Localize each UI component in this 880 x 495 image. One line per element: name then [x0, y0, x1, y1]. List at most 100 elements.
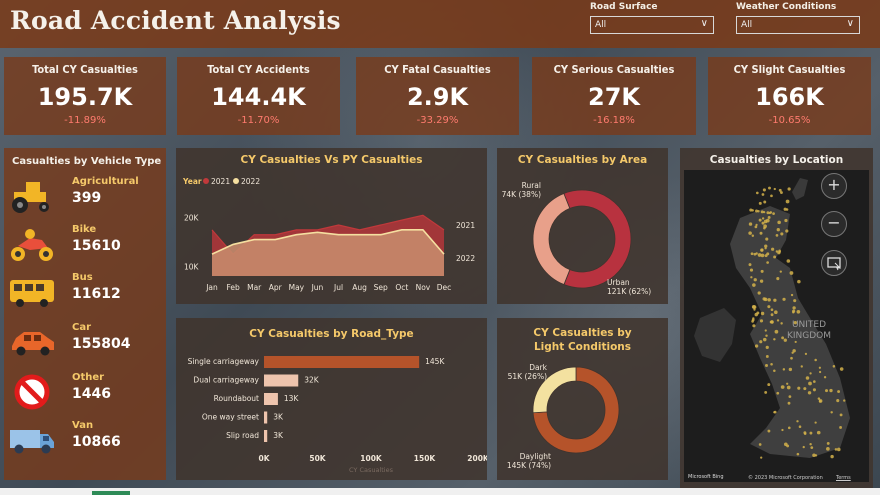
kpi-delta: -10.65% — [768, 115, 811, 126]
map-casualty-dot — [759, 279, 764, 283]
map-casualty-dot — [764, 329, 767, 332]
map-casualty-dot — [818, 399, 823, 403]
select-region-icon — [827, 257, 842, 271]
bar — [264, 411, 268, 424]
map-casualty-dot — [830, 454, 834, 459]
map-casualty-dot — [813, 380, 816, 383]
donut-label-value: 121K (62%) — [607, 287, 651, 296]
map-casualty-dot — [812, 388, 816, 392]
bar-category-label: Slip road — [226, 431, 259, 440]
map-casualty-dot — [807, 391, 812, 395]
kpi-delta: -16.18% — [593, 115, 635, 126]
map-casualty-dot — [818, 366, 821, 369]
map-casualty-dot — [823, 376, 827, 379]
map-casualty-dot — [763, 226, 766, 230]
map-casualty-dot — [785, 199, 790, 204]
chevron-down-icon[interactable]: ∨ — [847, 18, 854, 29]
map-casualty-dot — [784, 218, 788, 223]
map-casualty-dot — [765, 237, 769, 241]
map-casualty-dot — [836, 399, 840, 403]
light-donut-chart: Daylight145K (74%) Dark51K (26%) — [507, 363, 620, 470]
kpi-title: CY Serious Casualties — [553, 63, 675, 76]
y-tick-label: 20K — [184, 214, 200, 223]
map-casualty-dot — [786, 259, 791, 263]
vehicle-row[interactable]: Agricultural 399 — [4, 174, 164, 220]
vehicle-row[interactable]: Bike 15610 — [4, 222, 164, 268]
kpi-value: 166K — [755, 83, 824, 111]
weather-conditions-slicer[interactable]: Weather Conditions All ∨ — [736, 2, 860, 34]
vehicle-row[interactable]: Bus 11612 — [4, 270, 164, 316]
kpi-title: Total CY Casualties — [32, 63, 138, 76]
bar-data-label: 13K — [284, 394, 300, 403]
vehicle-row[interactable]: Van 10866 — [4, 418, 164, 464]
kpi-value: 27K — [588, 83, 640, 111]
map-casualty-dot — [770, 313, 774, 317]
map-casualty-dot — [837, 390, 841, 394]
map-casualty-dot — [782, 368, 786, 371]
map-casualty-dot — [767, 305, 771, 309]
area-donut-chart: Urban121K (62%) Rural74K (38%) — [502, 181, 652, 296]
vehicle-row[interactable]: Other 1446 — [4, 370, 164, 416]
map-casualty-dot — [773, 187, 776, 191]
footer-accent — [92, 491, 130, 495]
map-panel: Casualties by Location UNITED KINGDOM + … — [680, 148, 873, 488]
map-casualty-dot — [761, 221, 765, 225]
map-casualty-dot — [780, 385, 785, 389]
map-casualty-dot — [765, 364, 769, 368]
map-casualty-dot — [763, 337, 767, 342]
map-casualty-dot — [766, 261, 769, 264]
bar — [264, 374, 299, 387]
vehicle-value: 155804 — [72, 336, 131, 352]
map-casualty-dot — [758, 218, 762, 222]
uk-map[interactable] — [680, 148, 873, 488]
vehicle-value: 399 — [72, 190, 102, 206]
road-surface-dropdown[interactable]: All ∨ — [590, 16, 714, 34]
map-casualty-dot — [774, 310, 778, 315]
map-casualty-dot — [767, 429, 771, 433]
zoom-in-button[interactable]: + — [821, 173, 847, 199]
vehicle-row[interactable]: Car 155804 — [4, 320, 164, 366]
bar-data-label: 32K — [304, 376, 320, 385]
chevron-down-icon[interactable]: ∨ — [701, 18, 708, 29]
donut-slice-urban — [563, 189, 632, 289]
map-casualty-dot — [809, 442, 812, 446]
map-casualty-dot — [814, 454, 818, 457]
road-surface-slicer[interactable]: Road Surface All ∨ — [590, 2, 714, 34]
map-casualty-dot — [782, 297, 786, 301]
map-casualty-dot — [773, 298, 777, 302]
map-casualty-dot — [761, 193, 765, 196]
bar-data-label: 3K — [273, 431, 284, 440]
map-casualty-dot — [832, 365, 836, 368]
bar-data-label: 3K — [273, 413, 284, 422]
donut-label-value: 145K (74%) — [507, 461, 551, 470]
kpi-delta: -33.29% — [416, 115, 459, 126]
select-region-button[interactable] — [821, 250, 847, 276]
map-casualty-dot — [796, 452, 800, 456]
vehicle-value: 10866 — [72, 434, 121, 450]
map-terms-link[interactable]: Terms — [836, 475, 851, 481]
map-casualty-dot — [764, 391, 768, 394]
van-icon — [10, 430, 54, 454]
kpi-value: 144.4K — [211, 83, 306, 111]
map-casualty-dot — [754, 344, 759, 348]
zoom-out-button[interactable]: − — [821, 211, 847, 237]
donut-label-name: Urban — [607, 278, 630, 287]
map-casualty-dot — [785, 229, 789, 233]
page-title: Road Accident Analysis — [10, 6, 341, 35]
bar — [264, 393, 278, 405]
map-casualty-dot — [839, 367, 844, 371]
map-casualty-dot — [839, 426, 842, 429]
map-casualty-dot — [765, 355, 769, 358]
map-casualty-dot — [773, 255, 777, 259]
map-casualty-dot — [786, 385, 791, 390]
map-casualty-dot — [770, 308, 774, 312]
legend-swatch — [203, 178, 209, 184]
map-casualty-dot — [786, 382, 789, 385]
map-casualty-dot — [776, 391, 780, 395]
x-tick-label: 0K — [258, 454, 270, 463]
kpi-card-fatal-casualties: CY Fatal Casualties 2.9K -33.29% — [356, 57, 519, 135]
bing-logo: Microsoft Bing — [688, 474, 724, 480]
weather-conditions-dropdown[interactable]: All ∨ — [736, 16, 860, 34]
bar-data-label: 145K — [425, 357, 445, 366]
x-tick-label: Jan — [205, 283, 218, 292]
